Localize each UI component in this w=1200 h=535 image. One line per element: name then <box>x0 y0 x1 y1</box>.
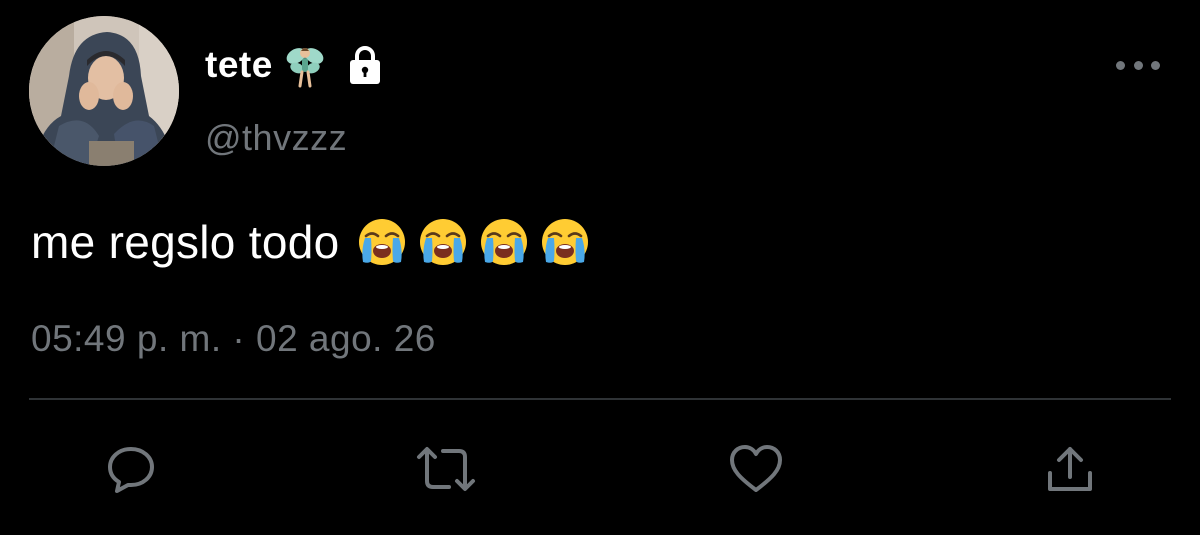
loudly-crying-face-icon <box>357 217 407 267</box>
reply-button[interactable] <box>103 441 159 497</box>
more-dot-icon <box>1133 60 1143 70</box>
fairy-emoji-icon <box>285 42 325 88</box>
retweet-button[interactable] <box>415 441 477 497</box>
like-icon <box>730 445 782 492</box>
author-name-row: tete <box>205 40 385 90</box>
emoji-group <box>357 217 590 267</box>
loudly-crying-face-icon <box>540 217 590 267</box>
loudly-crying-face-icon <box>418 217 468 267</box>
like-button[interactable] <box>728 441 784 497</box>
lock-icon <box>345 45 385 85</box>
tweet-timestamp[interactable]: 05:49 p. m. · 02 ago. 26 <box>31 318 436 360</box>
author-handle[interactable]: @thvzzz <box>205 117 347 159</box>
divider <box>29 398 1171 400</box>
more-options-button[interactable] <box>1116 52 1160 78</box>
share-button[interactable] <box>1042 441 1098 497</box>
more-dot-icon <box>1151 60 1160 70</box>
display-name[interactable]: tete <box>205 44 273 86</box>
tweet-detail: tete @thvzzz me regslo todo 05:49 p. m. … <box>0 0 1200 535</box>
loudly-crying-face-icon <box>479 217 529 267</box>
retweet-icon <box>417 447 475 491</box>
more-dot-icon <box>1116 60 1125 70</box>
tweet-text: me regslo todo <box>31 216 340 268</box>
tweet-body: me regslo todo <box>31 210 590 274</box>
share-icon <box>1048 447 1092 491</box>
reply-icon <box>108 447 154 493</box>
avatar[interactable] <box>29 16 179 166</box>
